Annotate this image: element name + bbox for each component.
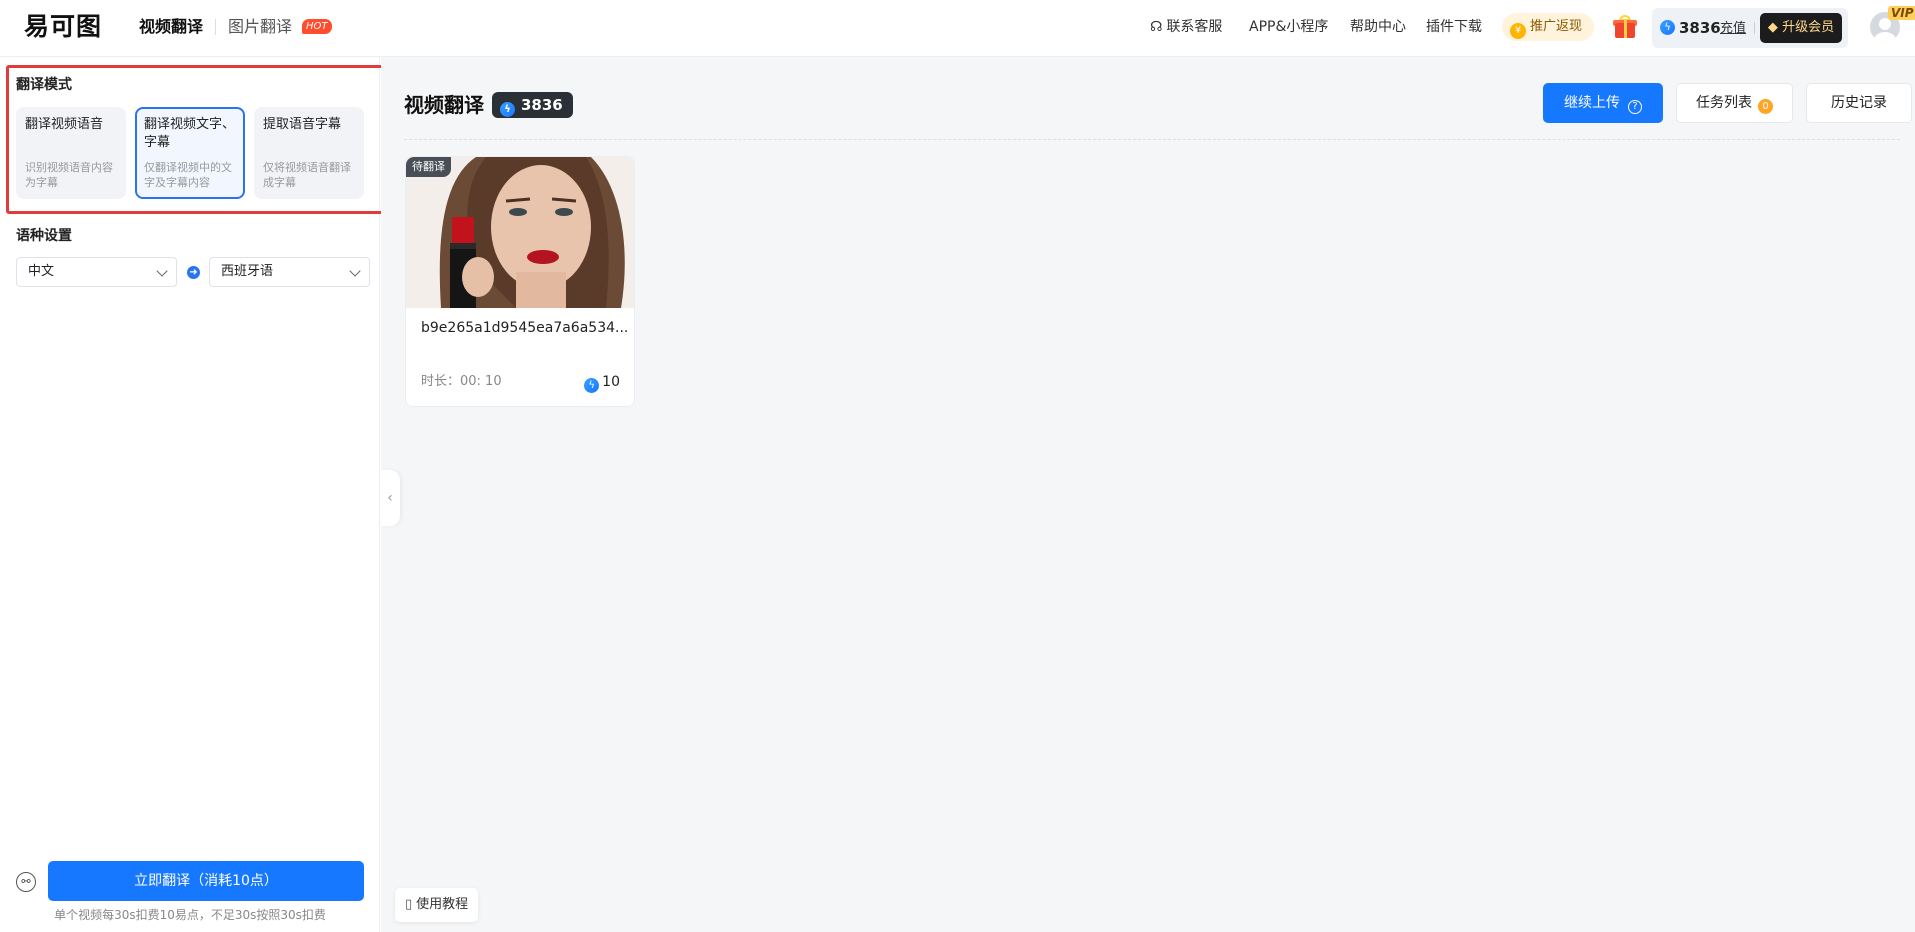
task-list-button[interactable]: 任务列表 0: [1676, 83, 1793, 123]
chevron-down-icon: [349, 265, 361, 277]
main-content: 视频翻译 ϟ 3836 继续上传? 任务列表 0 历史记录 待翻译 b9e265…: [381, 57, 1915, 932]
coin-icon: ¥: [1510, 23, 1526, 39]
video-filename: b9e265a1d9545ea7a6a534...: [421, 320, 629, 336]
mode-desc: 仅将视频语音翻译成字幕: [263, 161, 351, 189]
promo-label: 推广返现: [1530, 19, 1583, 34]
balance-badge-value: 3836: [521, 96, 563, 114]
mode-card-text-subtitle[interactable]: 翻译视频文字、字幕 仅翻译视频中的文字及字幕内容: [135, 107, 245, 199]
tutorial-label: 使用教程: [416, 897, 469, 912]
page-title: 视频翻译: [404, 93, 484, 117]
arrow-right-icon: ➜: [187, 266, 200, 279]
top-bar: 易可图 视频翻译 图片翻译 HOT ☊ 联系客服 APP&小程序 帮助中心 插件下…: [0, 0, 1915, 57]
status-badge: 待翻译: [406, 157, 451, 177]
mode-title: 翻译视频文字、字幕: [144, 117, 236, 150]
recharge-link[interactable]: 充值: [1720, 19, 1746, 39]
chevron-down-icon: [156, 265, 168, 277]
chevron-left-icon: ‹: [387, 490, 393, 506]
divider: [1754, 22, 1755, 34]
balance-badge: ϟ 3836: [492, 92, 573, 118]
upgrade-label: 升级会员: [1782, 20, 1835, 35]
task-count-badge: 0: [1758, 99, 1773, 114]
balance-value: 3836: [1679, 19, 1721, 37]
continue-upload-label: 继续上传: [1564, 95, 1620, 111]
contact-service-link[interactable]: ☊ 联系客服: [1150, 17, 1222, 37]
target-language-select[interactable]: 西班牙语: [209, 257, 370, 287]
help-icon[interactable]: ?: [1628, 100, 1642, 114]
upgrade-vip-button[interactable]: ◆ 升级会员: [1760, 13, 1842, 43]
plugin-download-link[interactable]: 插件下载: [1426, 17, 1482, 37]
divider: [404, 139, 1900, 140]
mode-card-voice[interactable]: 翻译视频语音 识别视频语音内容为字幕: [16, 107, 126, 199]
hot-badge: HOT: [302, 19, 332, 34]
mode-card-extract-subtitle[interactable]: 提取语音字幕 仅将视频语音翻译成字幕: [254, 107, 364, 199]
mode-title: 翻译视频语音: [25, 117, 104, 132]
app-link[interactable]: APP&小程序: [1249, 17, 1328, 37]
mode-title: 提取语音字幕: [263, 117, 342, 132]
mode-desc: 识别视频语音内容为字幕: [25, 161, 113, 189]
portrait-image: [406, 157, 634, 308]
vip-badge: VIP: [1888, 6, 1915, 20]
language-section-title: 语种设置: [16, 228, 72, 244]
source-language-select[interactable]: 中文: [16, 257, 177, 287]
video-card[interactable]: 待翻译 b9e265a1d9545ea7a6a534... 时长：00: 10 …: [405, 156, 635, 407]
continue-upload-button[interactable]: 继续上传?: [1543, 83, 1663, 123]
tab-video-translate[interactable]: 视频翻译: [139, 16, 203, 38]
video-thumbnail[interactable]: [406, 157, 634, 308]
video-cost-value: 10: [602, 374, 620, 390]
nav-divider: [215, 19, 216, 35]
link-icon[interactable]: ⚯: [16, 872, 36, 892]
balance-box: ϟ 3836 充值 ◆ 升级会员: [1652, 8, 1848, 48]
gift-icon[interactable]: [1612, 14, 1638, 40]
history-button[interactable]: 历史记录: [1806, 83, 1912, 123]
video-duration: 时长：00: 10: [421, 374, 502, 389]
bolt-icon: ϟ: [1660, 20, 1675, 35]
bolt-icon: ϟ: [584, 378, 600, 393]
tab-image-translate[interactable]: 图片翻译: [228, 16, 292, 38]
translate-now-button[interactable]: 立即翻译（消耗10点）: [48, 861, 364, 901]
bolt-icon: ϟ: [500, 102, 515, 117]
mode-section-title: 翻译模式: [16, 77, 72, 93]
target-language-value: 西班牙语: [221, 264, 274, 279]
billing-note: 单个视频每30s扣费10易点，不足30s按照30s扣费: [54, 908, 326, 922]
video-cost: ϟ 10: [584, 372, 620, 393]
book-icon: ▯: [405, 897, 413, 912]
collapse-sidebar-button[interactable]: ‹: [380, 470, 400, 526]
source-language-value: 中文: [28, 264, 55, 279]
sidebar: 翻译模式 翻译视频语音 识别视频语音内容为字幕 翻译视频文字、字幕 仅翻译视频中…: [0, 57, 385, 932]
task-list-label: 任务列表: [1696, 95, 1752, 111]
contact-service-label: 联系客服: [1166, 19, 1223, 35]
logo[interactable]: 易可图: [24, 12, 102, 42]
tutorial-button[interactable]: ▯ 使用教程: [395, 888, 479, 922]
diamond-icon: ◆: [1767, 20, 1778, 35]
mode-desc: 仅翻译视频中的文字及字幕内容: [144, 161, 232, 189]
promo-button[interactable]: ¥ 推广返现: [1502, 13, 1595, 41]
headset-icon: ☊: [1150, 19, 1163, 35]
help-center-link[interactable]: 帮助中心: [1350, 17, 1406, 37]
